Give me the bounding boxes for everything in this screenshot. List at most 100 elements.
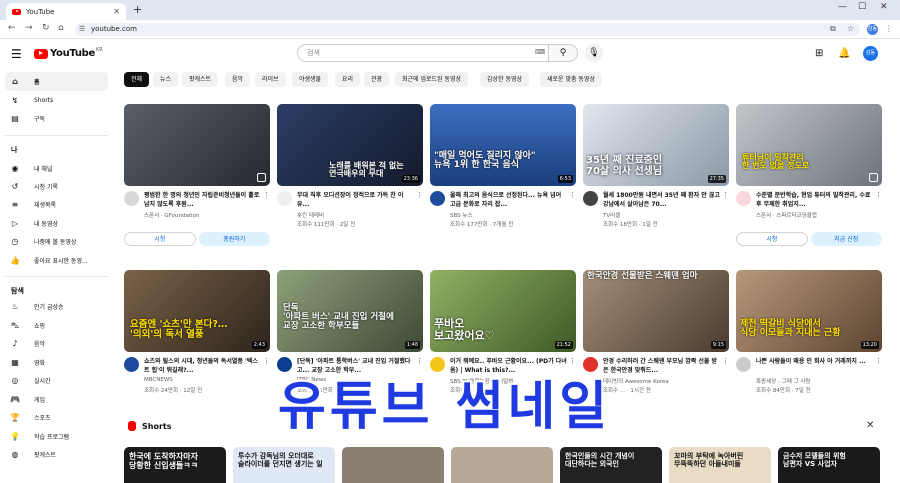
channel-avatar[interactable]	[277, 191, 292, 206]
back-icon[interactable]: ←	[8, 23, 16, 33]
close-icon[interactable]: ✕	[113, 7, 120, 16]
short-card[interactable]: 투수가 감독님의 오더대로 슬라이더를 던지면 생기는 일	[233, 447, 335, 483]
watch-button[interactable]: 시청	[736, 232, 808, 246]
video-card[interactable]: 제천 떡갈비 식당에서 식당 이모들과 지내는 근황 13:20 나쁜 사람들이…	[736, 270, 882, 405]
apply-now-button[interactable]: 지금 신청	[810, 232, 882, 246]
voice-search-button[interactable]: 🎙	[585, 44, 603, 62]
video-thumbnail[interactable]: 튜터님이 밀착관리 한 번도 없을 정도로	[736, 104, 882, 186]
bookmark-star-icon[interactable]: ☆	[847, 24, 854, 33]
short-card[interactable]	[451, 447, 553, 483]
video-card[interactable]: 튜터님이 밀착관리 한 번도 없을 정도로 수준별 분반학습, 현업 튜터의 밀…	[736, 104, 882, 246]
notifications-bell-icon[interactable]: 🔔	[838, 48, 850, 59]
sidebar-item-live[interactable]: ◎ 실시간	[5, 371, 108, 390]
site-info-icon[interactable]: ☰	[79, 25, 85, 33]
sidebar-item-my-videos[interactable]: ▷ 내 동영상	[5, 214, 108, 233]
video-card[interactable]: 35년 째 진료중인 70살 의사 선생님 27:35 월세 1800만원 내면…	[583, 104, 729, 239]
more-options-icon[interactable]: ⋮	[263, 357, 270, 365]
more-options-icon[interactable]: ⋮	[416, 191, 423, 199]
video-thumbnail[interactable]: 35년 째 진료중인 70살 의사 선생님 27:35	[583, 104, 729, 186]
video-card[interactable]: 요즘엔 '쇼츠'만 본다?… '의외'의 독서 열풍 2:43 쇼츠와 릴스의 …	[124, 270, 270, 405]
short-card[interactable]	[342, 447, 444, 483]
chip-tourism[interactable]: 관광	[364, 72, 390, 87]
video-card[interactable]: "매일 먹어도 질리지 않아" 뉴욕 1위 한 한국 음식 6:53 올해 최고…	[430, 104, 576, 239]
chip-recent[interactable]: 최근에 업로드된 동영상	[395, 72, 469, 87]
video-channel[interactable]: 스폰서 · 스파르타코딩클럽	[756, 211, 880, 219]
video-title[interactable]: 올해 최고의 음식으로 선정된다... 뉴욕 넘어 고급 문화로 자리 잡...	[450, 191, 568, 209]
browser-profile-avatar[interactable]: 감동	[867, 24, 878, 35]
create-icon[interactable]: ⊞	[815, 48, 823, 59]
chip-cooking[interactable]: 요리	[335, 72, 361, 87]
video-title[interactable]: 나쁜 사람들이 왜응 인 회사 아 거래까지 ...	[756, 357, 874, 375]
more-options-icon[interactable]: ⋮	[875, 357, 882, 365]
close-window-icon[interactable]: ✕	[880, 2, 888, 12]
new-tab-icon[interactable]: +	[133, 3, 142, 16]
chip-watched[interactable]: 감상한 동영상	[480, 72, 530, 87]
short-card[interactable]: 꼬마의 부탁에 녹아버린 무뚝뚝하던 아들내미들	[669, 447, 771, 483]
url-field[interactable]: youtube.com	[75, 23, 860, 36]
sidebar-item-playlists[interactable]: ≡ 재생목록	[5, 195, 108, 214]
sidebar-item-podcasts[interactable]: ◍ 팟캐스트	[5, 445, 108, 464]
youtube-logo[interactable]: YouTube KR	[34, 47, 103, 59]
video-channel[interactable]: SBS 뉴스	[450, 211, 574, 219]
chip-music[interactable]: 음악	[225, 72, 251, 87]
sidebar-item-gaming[interactable]: 🎮 게임	[5, 390, 108, 409]
sidebar-item-history[interactable]: ↺ 시청 기록	[5, 177, 108, 196]
channel-avatar[interactable]	[736, 357, 751, 372]
video-title[interactable]: 쇼츠와 릴스의 시대, 청년들의 독서열풍 '텍스트 힙'이 뭐길래?...	[144, 357, 262, 375]
video-title[interactable]: 무대 직후 오디션장이 정적으로 가득 찬 이유...	[297, 191, 415, 209]
keyboard-icon[interactable]: ⌨	[535, 48, 545, 56]
video-thumbnail[interactable]: 제천 떡갈비 식당에서 식당 이모들과 지내는 근황 13:20	[736, 270, 882, 352]
chip-new-to-you[interactable]: 새로운 맞춤 동영상	[540, 72, 602, 87]
video-channel[interactable]: 숏킨 테레비	[297, 211, 421, 219]
sidebar-item-my-channel[interactable]: ◉ 내 채널	[5, 159, 108, 178]
user-avatar[interactable]: 감동	[863, 46, 878, 61]
close-icon[interactable]: ✕	[866, 420, 874, 431]
donate-button[interactable]: 총원하기	[198, 232, 270, 246]
browser-tab[interactable]: YouTube ✕	[6, 3, 126, 20]
sidebar-item-sports[interactable]: 🏆 스포츠	[5, 408, 108, 427]
sidebar-item-shopping[interactable]: ⛍ 쇼핑	[5, 316, 108, 335]
search-input[interactable]: 검색	[297, 44, 549, 62]
home-browser-icon[interactable]: ⌂	[58, 23, 64, 33]
channel-avatar[interactable]	[583, 191, 598, 206]
more-options-icon[interactable]: ⋮	[722, 357, 729, 365]
video-thumbnail[interactable]: 요즘엔 '쇼츠'만 본다?… '의외'의 독서 열풍 2:43	[124, 270, 270, 352]
channel-avatar[interactable]	[124, 357, 139, 372]
video-title[interactable]: 평범한 한 명의 청년인 자립준비청년들이 홀로 남지 않도록 후원...	[144, 191, 262, 209]
sidebar-item-learning[interactable]: 💡 학습 프로그램	[5, 427, 108, 446]
browser-menu-icon[interactable]: ⋮	[885, 24, 893, 33]
video-channel[interactable]: 특종세상 - 그때 그 사람	[756, 377, 880, 385]
chip-live[interactable]: 라이브	[255, 72, 286, 87]
video-channel[interactable]: 스폰서 · GFoundation	[144, 211, 268, 219]
sidebar-item-liked[interactable]: 👍 좋아요 표시한 동영...	[5, 251, 108, 270]
more-options-icon[interactable]: ⋮	[722, 191, 729, 199]
video-channel[interactable]: MBCNEWS	[144, 377, 268, 383]
short-card[interactable]: 한국에 도착하자마자 당황한 신입생들ㅋㅋ	[124, 447, 226, 483]
video-title[interactable]: 수준별 분반학습, 현업 튜터의 밀착관리, 수료 후 무제한 취업지...	[756, 191, 874, 209]
sidebar-item-music[interactable]: ♪ 음악	[5, 334, 108, 353]
sidebar-you-header[interactable]: 나	[11, 145, 17, 155]
video-channel[interactable]: TV러셀	[603, 211, 727, 219]
short-card[interactable]: 한국인들의 시간 개념이 대단하다는 외국인	[560, 447, 662, 483]
chip-news[interactable]: 뉴스	[153, 72, 179, 87]
watch-button[interactable]: 시청	[124, 232, 196, 246]
short-card[interactable]: 금수저 모델들의 위험 남편자 VS 사업자	[778, 447, 880, 483]
hamburger-menu-icon[interactable]: ☰	[11, 47, 22, 61]
video-card[interactable]: 평범한 한 명의 청년인 자립준비청년들이 홀로 남지 않도록 후원... 스폰…	[124, 104, 270, 246]
video-card[interactable]: 노래를 배워본 적 없는 연극배우의 무대 23:36 무대 직후 오디션장이 …	[277, 104, 423, 239]
chip-all[interactable]: 전체	[124, 72, 150, 87]
video-thumbnail[interactable]	[124, 104, 270, 186]
reload-icon[interactable]: ↻	[42, 23, 50, 33]
channel-avatar[interactable]	[430, 191, 445, 206]
install-icon[interactable]: ⧉	[830, 24, 836, 34]
sidebar-item-watch-later[interactable]: ◷ 나중에 볼 동영상	[5, 232, 108, 251]
channel-avatar[interactable]	[736, 191, 751, 206]
maximize-icon[interactable]: ☐	[858, 2, 866, 12]
sidebar-item-subscriptions[interactable]: ▤ 구독	[5, 109, 108, 128]
more-options-icon[interactable]: ⋮	[263, 191, 270, 199]
video-thumbnail[interactable]: 노래를 배워본 적 없는 연극배우의 무대 23:36	[277, 104, 423, 186]
video-thumbnail[interactable]: 푸바오 보고왔어요♡ 21:52	[430, 270, 576, 352]
video-thumbnail[interactable]: 한국안경 선물받은 스웨덴 엄마 9:15	[583, 270, 729, 352]
sidebar-item-film[interactable]: ▦ 영화	[5, 353, 108, 372]
channel-avatar[interactable]	[124, 191, 139, 206]
